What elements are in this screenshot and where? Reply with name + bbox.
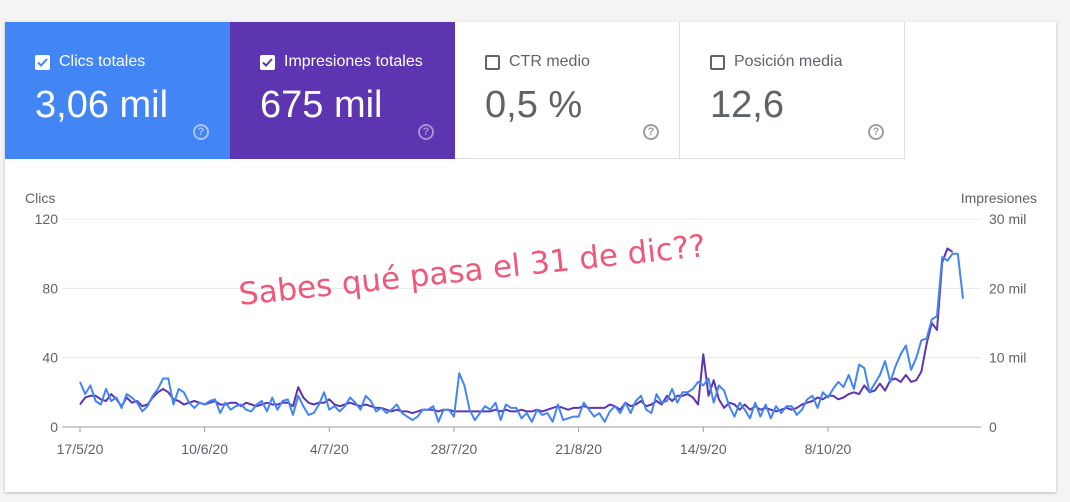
y-left-tick-label: 40 (42, 350, 58, 366)
y-left-tick-label: 0 (50, 419, 58, 435)
chart-axis-labels: Clics Impresiones (25, 190, 1037, 206)
x-tick-label: 14/9/20 (680, 441, 727, 457)
y-right-tick-label: 30 mil (989, 211, 1026, 227)
annotation-text: Sabes qué pasa el 31 de dic?? (237, 228, 707, 313)
x-tick-label: 4/7/20 (310, 441, 349, 457)
performance-card: Clics totales 3,06 mil ? Impresiones tot… (5, 22, 1056, 492)
y-left-tick-label: 80 (42, 280, 58, 296)
x-tick-label: 28/7/20 (431, 441, 478, 457)
y-left-axis-label: Clics (25, 190, 55, 206)
y-right-tick-label: 10 mil (989, 350, 1026, 366)
y-right-axis-label: Impresiones (961, 190, 1037, 206)
y-right-tick-label: 20 mil (989, 280, 1026, 296)
x-tick-label: 17/5/20 (57, 441, 104, 457)
y-left-tick-label: 120 (35, 211, 59, 227)
y-right-tick-label: 0 (989, 419, 997, 435)
performance-chart: Clics Impresiones 0 0 40 10 mil 80 20 mil 120 3… (25, 190, 1037, 457)
x-tick-label: 8/10/20 (805, 441, 852, 457)
x-tick-label: 21/8/20 (555, 441, 602, 457)
x-tick-label: 10/6/20 (181, 441, 228, 457)
